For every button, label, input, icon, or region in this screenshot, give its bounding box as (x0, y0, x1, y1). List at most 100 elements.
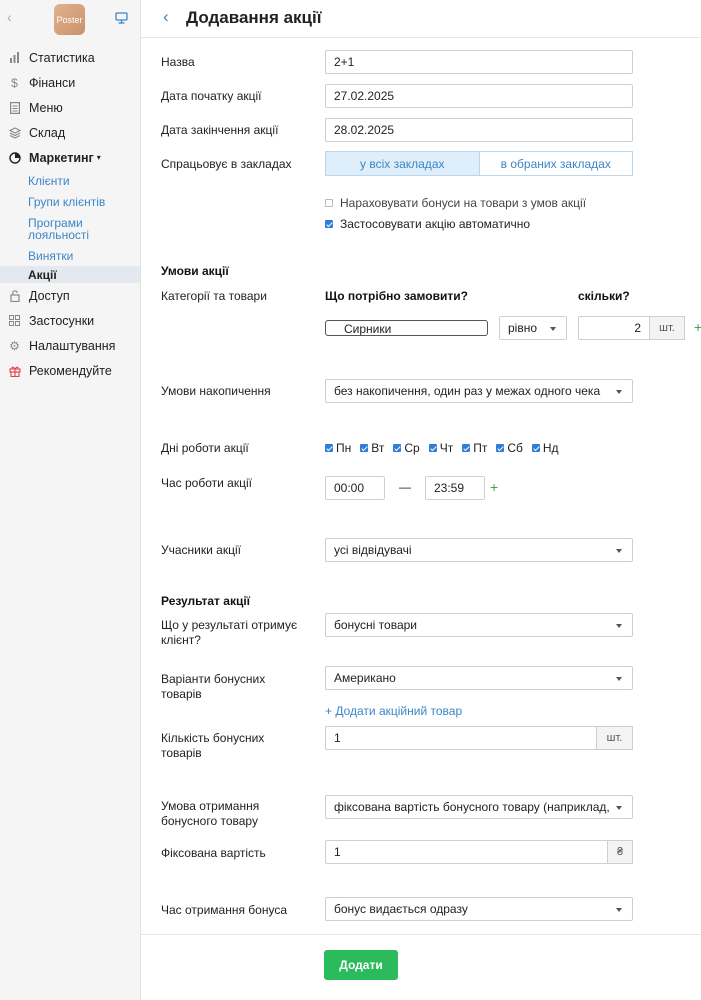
categories-label: Категорії та товари (161, 289, 267, 303)
sidebar-item-finance[interactable]: $ Фінанси (0, 70, 140, 95)
sidebar-item-menu[interactable]: Меню (0, 95, 140, 120)
checkbox[interactable] (531, 444, 540, 452)
variants-select[interactable]: Американо (325, 666, 633, 690)
day-checkbox[interactable]: Нд (531, 441, 559, 455)
venues-all-option[interactable]: у всіх закладах (326, 152, 480, 175)
quantity-input[interactable]: 2 (578, 316, 650, 340)
sidebar-item-access[interactable]: Доступ (0, 283, 140, 308)
gift-icon (8, 364, 21, 377)
time-from-input[interactable]: 00:00 (325, 476, 385, 500)
add-button[interactable]: Додати (324, 950, 398, 980)
page-title: Додавання акції (186, 8, 322, 27)
sidebar-subitem-clients[interactable]: Клієнти (28, 170, 140, 191)
sidebar-subitem-label: Програми лояльності (28, 215, 90, 242)
currency-unit: ₴ (607, 840, 633, 864)
equal-select[interactable]: рівно (499, 316, 567, 340)
day-label: Чт (439, 441, 454, 455)
checkbox[interactable] (325, 444, 333, 452)
result-title: Результат акції (161, 594, 251, 608)
bonus-time-select[interactable]: бонус видається одразу (325, 897, 633, 921)
start-date-label: Дата початку акції (161, 89, 262, 103)
sidebar-subitem-client-groups[interactable]: Групи клієнтів (28, 191, 140, 212)
sidebar-top: ‹ Poster (0, 0, 140, 40)
checkbox[interactable] (462, 444, 471, 452)
start-date-input[interactable]: 27.02.2025 (325, 84, 633, 108)
monitor-icon[interactable] (115, 11, 128, 24)
conditions-title: Умови акції (161, 264, 229, 278)
layers-icon (8, 126, 21, 139)
participants-select[interactable]: усі відвідувачі (325, 538, 633, 562)
sidebar-item-warehouse[interactable]: Склад (0, 120, 140, 145)
sidebar-item-statistics[interactable]: Статистика (0, 45, 140, 70)
sidebar-subitem-loyalty[interactable]: Програми лояльності (28, 212, 108, 245)
time-dash: — (399, 480, 411, 494)
sidebar-item-label: Маркетинг (29, 150, 94, 165)
sidebar-item-label: Склад (29, 125, 66, 140)
grid-icon (8, 314, 21, 327)
day-checkbox[interactable]: Вт (360, 441, 384, 455)
result-select[interactable]: бонусні товари (325, 613, 633, 637)
accumulation-select[interactable]: без накопичення, один раз у межах одного… (325, 379, 633, 403)
day-label: Сб (507, 441, 523, 455)
venues-toggle: у всіх закладах в обраних закладах (325, 151, 633, 176)
bonus-qty-input[interactable]: 1 (325, 726, 597, 750)
sidebar-item-label: Статистика (29, 50, 95, 65)
checkbox[interactable] (496, 444, 505, 452)
product-field[interactable]: Сирники (325, 320, 488, 336)
add-product-link[interactable]: + Додати акційний товар (325, 704, 462, 718)
marketing-submenu: Клієнти Групи клієнтів Програми лояльнос… (0, 170, 140, 283)
day-checkbox[interactable]: Чт (428, 441, 454, 455)
form-footer: Додати (141, 934, 701, 1000)
sidebar-item-marketing[interactable]: Маркетинг ▾ (0, 145, 140, 170)
sidebar-subitem-promotions[interactable]: Акції (0, 266, 140, 283)
collapse-icon[interactable]: ‹ (7, 9, 12, 25)
main-content: ‹ Додавання акції Назва 2+1 Дата початку… (141, 0, 701, 1000)
venues-label: Спрацьовує в закладах (161, 157, 292, 171)
bonus-qty-unit: шт. (596, 726, 633, 750)
day-checkbox[interactable]: Пт (462, 441, 487, 455)
bonus-qty-label: Кількість бонусних товарів (161, 731, 265, 760)
bonus-checkbox[interactable] (325, 199, 333, 207)
sidebar-item-label: Фінанси (29, 75, 76, 90)
end-date-label: Дата закінчення акції (161, 123, 279, 137)
end-date-input[interactable]: 28.02.2025 (325, 118, 633, 142)
add-condition-icon[interactable]: + (694, 319, 701, 335)
bonus-condition-select[interactable]: фіксована вартість бонусного товару (нап… (325, 795, 633, 819)
bonus-condition-label: Умова отримання бонусного товару (161, 799, 260, 828)
auto-checkbox[interactable] (325, 220, 333, 228)
result-label: Що у результаті отримує клієнт? (161, 618, 298, 647)
time-label: Час роботи акції (161, 476, 252, 490)
day-checkbox[interactable]: Сб (496, 441, 523, 455)
name-input[interactable]: 2+1 (325, 50, 633, 74)
gear-icon: ⚙ (9, 338, 20, 353)
checkbox[interactable] (428, 444, 437, 452)
checkbox[interactable] (393, 444, 402, 452)
quantity-unit: шт. (649, 316, 685, 340)
accumulation-label: Умови накопичення (161, 384, 271, 398)
day-checkbox[interactable]: Ср (393, 441, 420, 455)
add-time-icon[interactable]: + (490, 479, 498, 495)
days-label: Дні роботи акції (161, 441, 249, 455)
dollar-icon: $ (11, 75, 18, 90)
what-order-header: Що потрібно замовити? (325, 289, 468, 303)
checkbox[interactable] (360, 444, 369, 452)
back-icon[interactable]: ‹ (163, 7, 169, 27)
day-label: Вт (371, 441, 385, 455)
logo: Poster (54, 4, 85, 35)
sidebar-item-apps[interactable]: Застосунки (0, 308, 140, 333)
variants-label: Варіанти бонусних товарів (161, 672, 266, 701)
time-to-input[interactable]: 23:59 (425, 476, 485, 500)
day-label: Нд (542, 441, 559, 455)
sidebar-item-recommend[interactable]: Рекомендуйте (0, 358, 140, 383)
day-label: Пн (336, 441, 352, 455)
sidebar-item-settings[interactable]: ⚙ Налаштування (0, 333, 140, 358)
pie-icon (8, 151, 21, 164)
fixed-price-input[interactable]: 1 (325, 840, 609, 864)
bonus-checkbox-row[interactable]: Нараховувати бонуси на товари з умов акц… (325, 196, 586, 210)
auto-checkbox-row[interactable]: Застосовувати акцію автоматично (325, 217, 530, 231)
day-checkbox[interactable]: Пн (325, 441, 351, 455)
page-header: ‹ Додавання акції (141, 0, 701, 38)
day-label: Пт (473, 441, 488, 455)
sidebar-subitem-exceptions[interactable]: Винятки (28, 245, 140, 266)
venues-selected-option[interactable]: в обраних закладах (480, 152, 633, 175)
